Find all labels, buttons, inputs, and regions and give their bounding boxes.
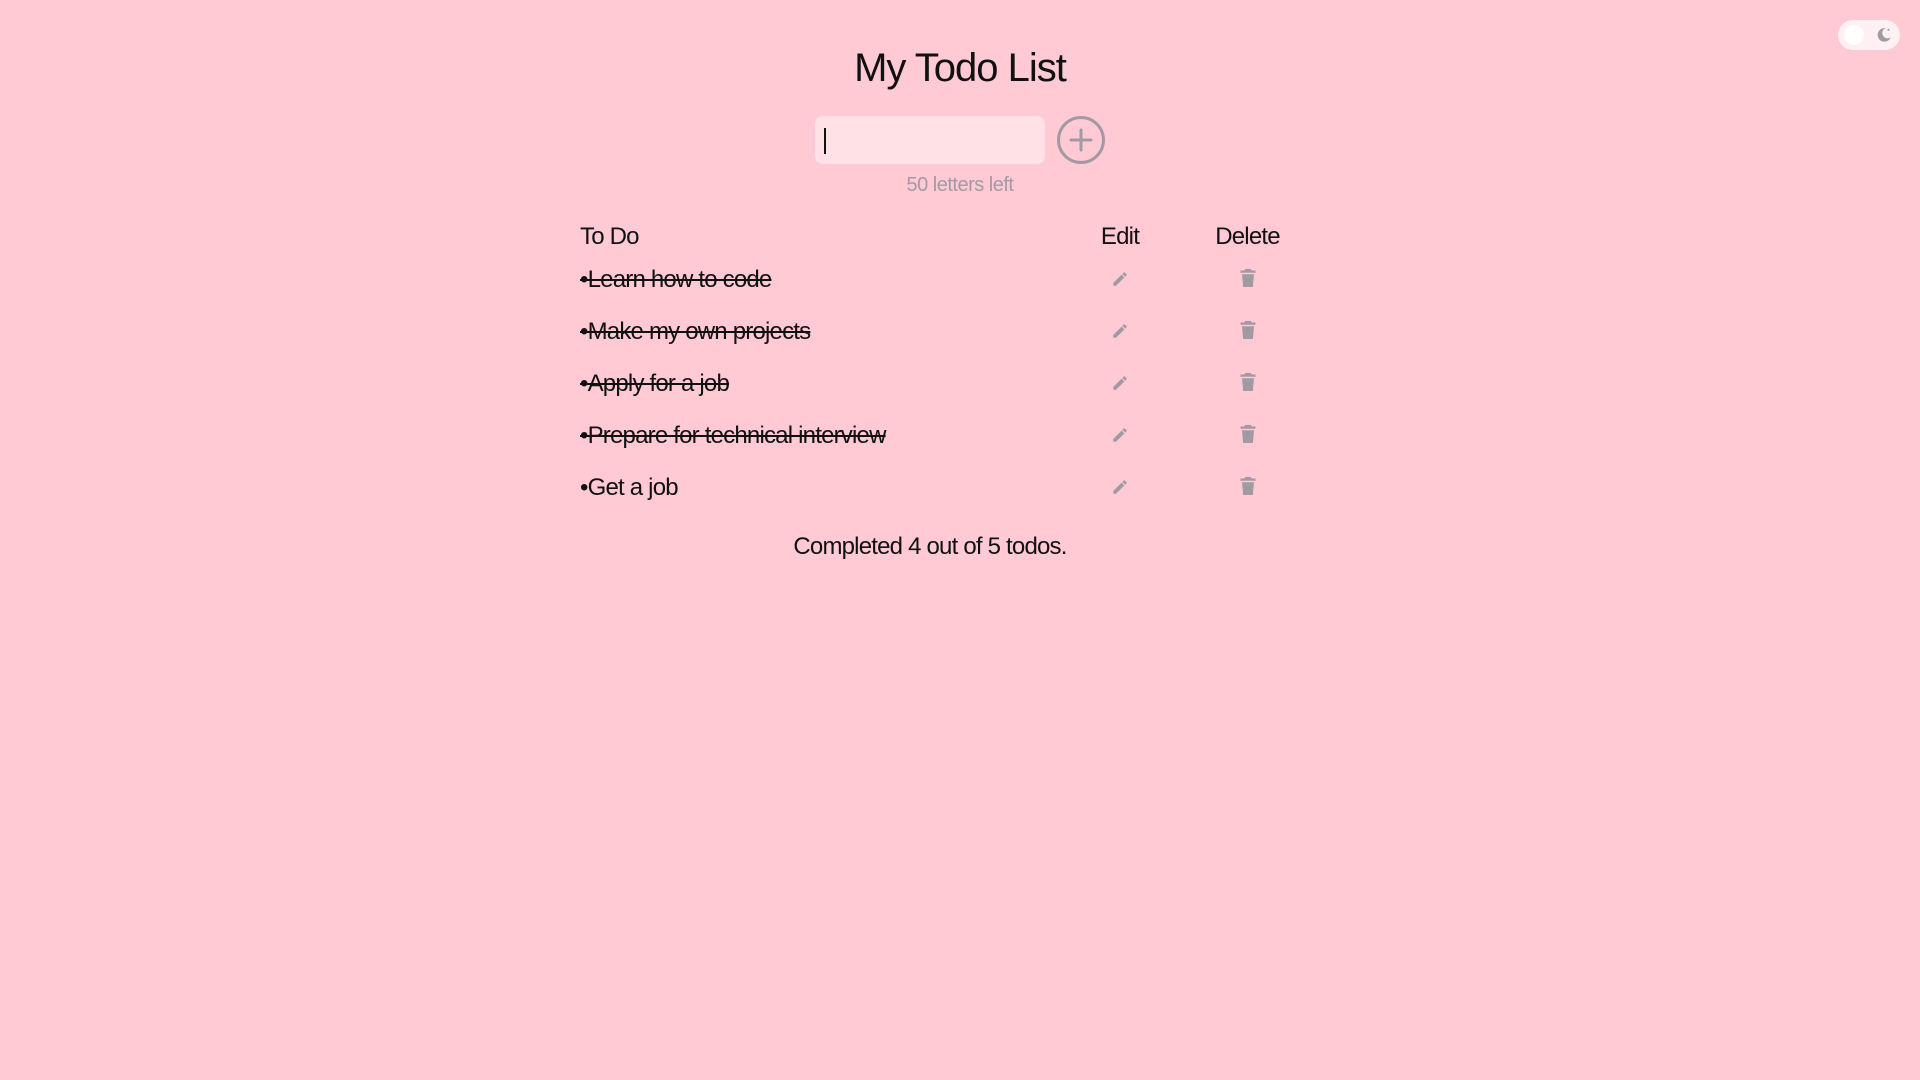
table-row: •Get a job xyxy=(580,462,1310,514)
todo-cell[interactable]: •Get a job xyxy=(580,462,1055,514)
letters-left-counter: 50 letters left xyxy=(906,174,1014,196)
todo-text[interactable]: •Prepare for technical interview xyxy=(580,422,886,449)
edit-cell xyxy=(1055,254,1185,306)
header-todo: To Do xyxy=(580,223,640,250)
page-title: My Todo List xyxy=(854,46,1067,90)
table-row: •Make my own projects xyxy=(580,306,1310,358)
delete-cell xyxy=(1185,410,1310,462)
delete-button[interactable] xyxy=(1235,265,1261,291)
text-caret xyxy=(824,128,826,154)
delete-button[interactable] xyxy=(1235,473,1261,499)
delete-cell xyxy=(1185,254,1310,306)
todo-text[interactable]: •Make my own projects xyxy=(580,318,811,345)
pencil-icon xyxy=(1111,322,1129,340)
edit-cell xyxy=(1055,358,1185,410)
todo-cell[interactable]: •Apply for a job xyxy=(580,358,1055,410)
pencil-icon xyxy=(1111,478,1129,496)
edit-cell xyxy=(1055,462,1185,514)
moon-icon xyxy=(1874,25,1894,45)
edit-button[interactable] xyxy=(1107,370,1133,396)
edit-button[interactable] xyxy=(1107,422,1133,448)
table-row: •Apply for a job xyxy=(580,358,1310,410)
delete-button[interactable] xyxy=(1235,317,1261,343)
trash-icon xyxy=(1239,372,1257,392)
todo-cell[interactable]: •Learn how to code xyxy=(580,254,1055,306)
delete-button[interactable] xyxy=(1235,369,1261,395)
trash-icon xyxy=(1239,424,1257,444)
header-edit: Edit xyxy=(1100,223,1140,250)
edit-button[interactable] xyxy=(1107,318,1133,344)
todo-cell[interactable]: •Prepare for technical interview xyxy=(580,410,1055,462)
plus-icon xyxy=(1068,127,1094,153)
delete-button[interactable] xyxy=(1235,421,1261,447)
trash-icon xyxy=(1239,268,1257,288)
pencil-icon xyxy=(1111,426,1129,444)
table-row: •Prepare for technical interview xyxy=(580,410,1310,462)
todo-input-wrapper xyxy=(815,116,1045,164)
trash-icon xyxy=(1239,320,1257,340)
table-row: •Learn how to code xyxy=(580,254,1310,306)
todo-text[interactable]: •Apply for a job xyxy=(580,370,730,397)
add-todo-button[interactable] xyxy=(1057,116,1105,164)
header-delete: Delete xyxy=(1215,223,1280,250)
table-header-row: To Do Edit Delete xyxy=(580,220,1310,254)
toggle-knob xyxy=(1844,25,1864,45)
edit-button[interactable] xyxy=(1107,266,1133,292)
todo-text[interactable]: •Learn how to code xyxy=(580,266,772,293)
completion-summary: Completed 4 out of 5 todos. xyxy=(793,533,1067,560)
todo-cell[interactable]: •Make my own projects xyxy=(580,306,1055,358)
edit-cell xyxy=(1055,410,1185,462)
edit-cell xyxy=(1055,306,1185,358)
todo-table: To Do Edit Delete •Learn how to code •Ma… xyxy=(580,220,1310,514)
add-todo-row xyxy=(815,116,1105,164)
todo-app: My Todo List 50 letters left To Do Edit … xyxy=(0,0,1920,1080)
trash-icon xyxy=(1239,476,1257,496)
todo-input[interactable] xyxy=(815,116,1045,164)
delete-cell xyxy=(1185,462,1310,514)
edit-button[interactable] xyxy=(1107,474,1133,500)
pencil-icon xyxy=(1111,270,1129,288)
todo-text[interactable]: •Get a job xyxy=(580,474,679,501)
pencil-icon xyxy=(1111,374,1129,392)
delete-cell xyxy=(1185,358,1310,410)
delete-cell xyxy=(1185,306,1310,358)
